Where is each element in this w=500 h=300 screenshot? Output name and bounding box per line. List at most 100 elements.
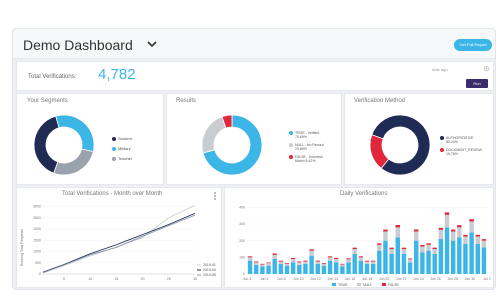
bar-null[interactable]	[420, 246, 425, 253]
bar-false[interactable]	[463, 234, 468, 237]
bar-true[interactable]	[463, 244, 468, 274]
bar-null[interactable]	[321, 263, 327, 266]
bar-false[interactable]	[278, 260, 284, 262]
bar-null[interactable]	[377, 244, 382, 251]
full-report-button[interactable]: Get Full Report	[454, 39, 492, 51]
bar-null[interactable]	[352, 249, 357, 254]
bar-false[interactable]	[444, 212, 450, 215]
bar-true[interactable]	[401, 254, 407, 274]
bar-null[interactable]	[432, 249, 437, 254]
bar-null[interactable]	[401, 249, 407, 254]
bar-true[interactable]	[309, 255, 314, 274]
bar-false[interactable]	[358, 256, 364, 258]
bar-true[interactable]	[272, 259, 277, 274]
bar-null[interactable]	[315, 261, 320, 265]
bar-false[interactable]	[469, 219, 474, 222]
bar-null[interactable]	[260, 264, 265, 267]
bar-true[interactable]	[315, 264, 320, 274]
bar-true[interactable]	[297, 264, 302, 274]
bar-false[interactable]	[297, 261, 302, 263]
bar-false[interactable]	[340, 263, 345, 265]
bar-null[interactable]	[450, 231, 456, 241]
bar-true[interactable]	[364, 264, 370, 274]
bar-false[interactable]	[284, 263, 290, 264]
bar-null[interactable]	[334, 259, 339, 263]
bar-false[interactable]	[321, 263, 327, 264]
bar-null[interactable]	[469, 221, 474, 233]
series-line-2019-04[interactable]	[42, 212, 196, 273]
bar-true[interactable]	[321, 265, 327, 274]
bar-true[interactable]	[278, 264, 284, 274]
bar-null[interactable]	[278, 261, 284, 265]
bar-false[interactable]	[395, 225, 400, 228]
bar-true[interactable]	[358, 260, 364, 274]
bar-null[interactable]	[407, 259, 413, 263]
bar-false[interactable]	[420, 245, 425, 247]
bar-null[interactable]	[254, 262, 259, 265]
bar-null[interactable]	[395, 227, 400, 238]
bar-true[interactable]	[457, 237, 462, 274]
bar-true[interactable]	[407, 262, 413, 274]
bar-true[interactable]	[395, 237, 400, 274]
bar-true[interactable]	[247, 260, 253, 274]
bar-true[interactable]	[481, 247, 487, 274]
bar-false[interactable]	[401, 247, 407, 249]
bar-false[interactable]	[389, 247, 394, 249]
bar-true[interactable]	[414, 240, 419, 274]
bar-null[interactable]	[414, 231, 419, 241]
bar-false[interactable]	[475, 234, 480, 237]
bar-true[interactable]	[327, 260, 333, 274]
bar-null[interactable]	[457, 227, 462, 238]
bar-false[interactable]	[346, 258, 351, 260]
bar-true[interactable]	[260, 266, 265, 275]
bar-true[interactable]	[450, 240, 456, 274]
bar-null[interactable]	[297, 262, 302, 265]
bar-null[interactable]	[426, 244, 431, 251]
bar-null[interactable]	[303, 261, 308, 265]
bar-false[interactable]	[303, 260, 308, 262]
bar-null[interactable]	[266, 263, 271, 266]
bar-true[interactable]	[377, 250, 382, 274]
bar-true[interactable]	[420, 252, 425, 274]
bar-true[interactable]	[444, 227, 450, 274]
bar-null[interactable]	[272, 254, 277, 259]
bar-false[interactable]	[364, 260, 370, 262]
bar-false[interactable]	[414, 229, 419, 232]
bar-false[interactable]	[266, 262, 271, 264]
bar-false[interactable]	[481, 239, 487, 241]
bar-false[interactable]	[247, 256, 253, 258]
bar-true[interactable]	[475, 244, 480, 274]
bar-null[interactable]	[444, 214, 450, 228]
donut-slice-teacher[interactable]	[53, 148, 94, 176]
bar-false[interactable]	[334, 258, 339, 259]
gear-icon[interactable]	[483, 65, 490, 72]
bar-false[interactable]	[438, 227, 444, 230]
bar-false[interactable]	[407, 258, 413, 260]
bar-false[interactable]	[377, 243, 382, 245]
bar-true[interactable]	[303, 264, 308, 274]
bar-true[interactable]	[389, 254, 394, 274]
bar-null[interactable]	[327, 257, 333, 261]
bar-null[interactable]	[383, 231, 388, 241]
bar-null[interactable]	[463, 236, 468, 245]
bar-false[interactable]	[327, 256, 333, 258]
bar-true[interactable]	[334, 262, 339, 274]
bar-false[interactable]	[272, 253, 277, 255]
bar-true[interactable]	[426, 250, 431, 274]
bar-null[interactable]	[481, 240, 487, 248]
bar-null[interactable]	[475, 236, 480, 245]
bar-false[interactable]	[260, 263, 265, 265]
bar-false[interactable]	[426, 243, 431, 245]
bar-true[interactable]	[469, 232, 474, 274]
bar-true[interactable]	[438, 239, 444, 274]
donut-slice-student[interactable]	[33, 115, 60, 174]
donut-slice-null[interactable]	[201, 116, 227, 154]
bar-null[interactable]	[247, 257, 253, 261]
bar-false[interactable]	[450, 229, 456, 232]
bar-true[interactable]	[383, 240, 388, 274]
bar-true[interactable]	[346, 262, 351, 274]
bar-null[interactable]	[346, 259, 351, 263]
bar-false[interactable]	[254, 261, 259, 263]
bar-true[interactable]	[284, 265, 290, 274]
bar-null[interactable]	[309, 250, 314, 256]
